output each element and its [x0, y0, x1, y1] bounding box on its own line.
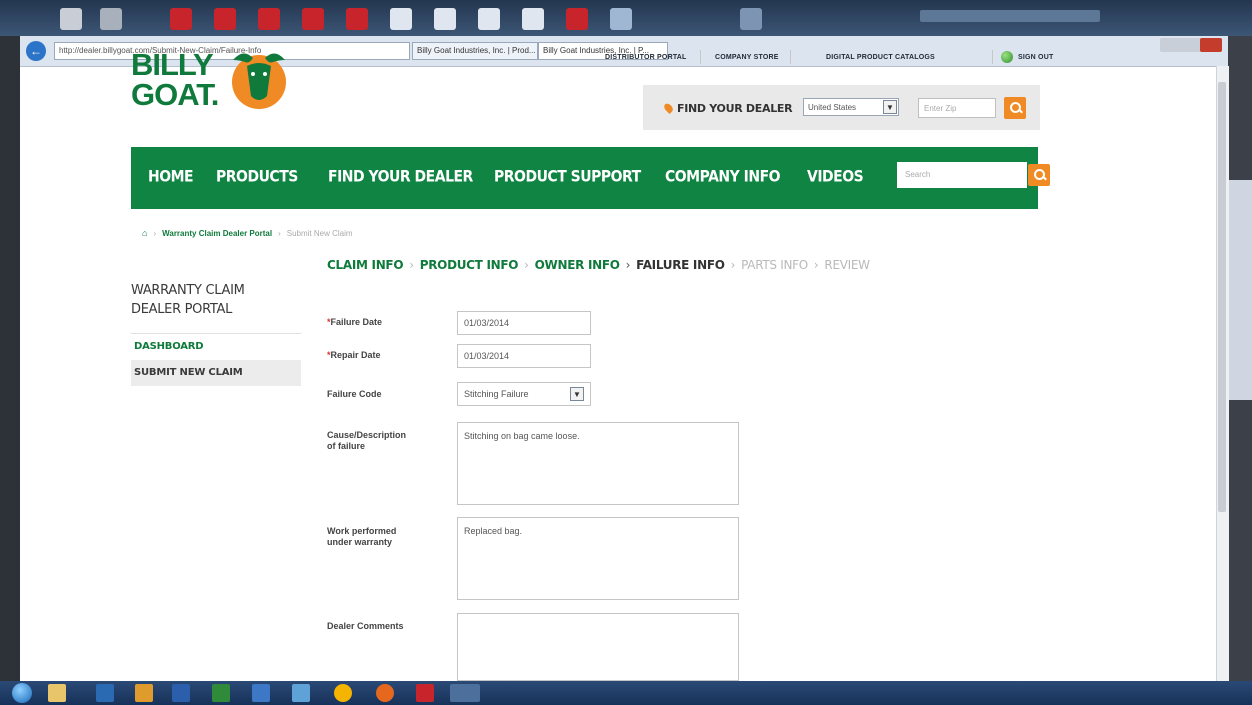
- start-button-icon[interactable]: [12, 683, 32, 703]
- step-claim-info[interactable]: CLAIM INFO: [327, 258, 404, 272]
- site-search-input[interactable]: Search: [897, 162, 1027, 188]
- background-window-panel: [1228, 180, 1252, 400]
- taskbar-file-icon[interactable]: [390, 8, 412, 30]
- divider: [790, 50, 791, 64]
- logo-text: BILLY GOAT.: [131, 47, 219, 112]
- sidebar-item-dashboard[interactable]: DASHBOARD: [131, 333, 301, 359]
- chrome-icon[interactable]: [334, 684, 352, 702]
- nav-home[interactable]: HOME: [148, 168, 194, 186]
- country-select-value: United States: [808, 103, 857, 112]
- acrobat-icon[interactable]: [416, 684, 434, 702]
- taskbar-app-icon[interactable]: [740, 8, 762, 30]
- digital-catalogs-link[interactable]: DIGITAL PRODUCT CATALOGS: [826, 54, 935, 61]
- taskbar-pdf-icon[interactable]: [214, 8, 236, 30]
- close-icon[interactable]: [1200, 38, 1222, 52]
- nav-videos[interactable]: VIDEOS: [807, 168, 864, 186]
- taskbar-pdf-icon[interactable]: [258, 8, 280, 30]
- breadcrumb-current: Submit New Claim: [286, 229, 353, 238]
- back-arrow-icon[interactable]: ←: [26, 41, 46, 61]
- work-performed-label: Work performed under warranty: [327, 526, 397, 547]
- excel-icon[interactable]: [212, 684, 230, 702]
- breadcrumb: ⌂ › Warranty Claim Dealer Portal › Submit Ne…: [142, 228, 353, 238]
- step-review: REVIEW: [824, 258, 870, 272]
- company-store-link[interactable]: COMPANY STORE: [715, 54, 779, 61]
- bottom-taskbar: [0, 681, 1252, 705]
- home-icon[interactable]: ⌂: [142, 228, 147, 238]
- claim-progress-steps: CLAIM INFO › PRODUCT INFO › OWNER INFO › FAILU…: [327, 258, 870, 272]
- repair-date-label: *Repair Date: [327, 350, 381, 360]
- sidebar-title: WARRANTY CLAIM DEALER PORTAL: [131, 281, 301, 319]
- nav-company-info[interactable]: COMPANY INFO: [665, 168, 781, 186]
- step-parts-info: PARTS INFO: [741, 258, 808, 272]
- folder-icon[interactable]: [48, 684, 66, 702]
- taskbar-pdf-icon[interactable]: [346, 8, 368, 30]
- globe-icon: [1001, 51, 1013, 63]
- breadcrumb-portal-link[interactable]: Warranty Claim Dealer Portal: [162, 229, 272, 238]
- outlook-icon[interactable]: [135, 684, 153, 702]
- sidebar-title-line: DEALER PORTAL: [131, 302, 233, 317]
- country-select[interactable]: United States ▼: [803, 98, 899, 116]
- sign-out-link[interactable]: SIGN OUT: [1018, 54, 1053, 61]
- failure-date-label: *Failure Date: [327, 317, 383, 327]
- sidebar-title-line: WARRANTY CLAIM: [131, 283, 245, 298]
- repair-date-field[interactable]: 01/03/2014: [457, 344, 591, 368]
- nav-product-support[interactable]: PRODUCT SUPPORT: [494, 168, 641, 186]
- browser-tab[interactable]: Billy Goat Industries, Inc. | Prod...: [412, 42, 538, 60]
- failure-date-field[interactable]: 01/03/2014: [457, 311, 591, 335]
- search-icon[interactable]: [1028, 164, 1050, 186]
- search-icon[interactable]: [1004, 97, 1026, 119]
- taskbar-pdf-icon[interactable]: [566, 8, 588, 30]
- zip-input[interactable]: Enter Zip: [918, 98, 996, 118]
- taskbar-file-icon[interactable]: [522, 8, 544, 30]
- cause-label: Cause/Description of failure: [327, 430, 407, 451]
- taskbar-file-icon[interactable]: [434, 8, 456, 30]
- step-product-info[interactable]: PRODUCT INFO: [420, 258, 519, 272]
- step-failure-info: FAILURE INFO: [636, 258, 725, 272]
- divider: [992, 50, 993, 64]
- app-icon[interactable]: [292, 684, 310, 702]
- distributor-portal-link[interactable]: DISTRIBUTOR PORTAL: [605, 54, 687, 61]
- app-icon[interactable]: [96, 684, 114, 702]
- word-icon[interactable]: [172, 684, 190, 702]
- goat-head-icon: [232, 53, 286, 109]
- site-search-placeholder: Search: [905, 170, 931, 179]
- cause-description-textarea[interactable]: Stitching on bag came loose.: [457, 422, 739, 505]
- app-icon[interactable]: [450, 684, 480, 702]
- taskbar-app-icon[interactable]: [60, 8, 82, 30]
- scrollbar-thumb[interactable]: [1218, 82, 1226, 512]
- app-icon[interactable]: [252, 684, 270, 702]
- sidebar-item-submit-new-claim[interactable]: SUBMIT NEW CLAIM: [131, 360, 301, 386]
- chevron-down-icon[interactable]: ▼: [570, 387, 584, 401]
- failure-code-value: Stitching Failure: [464, 389, 529, 399]
- nav-products[interactable]: PRODUCTS: [216, 168, 298, 186]
- monitor-bezel-left: [0, 0, 20, 705]
- chevron-down-icon[interactable]: ▼: [883, 100, 897, 114]
- find-dealer-label: FIND YOUR DEALER: [677, 102, 793, 115]
- top-taskbar: [0, 0, 1252, 36]
- dealer-comments-label: Dealer Comments: [327, 621, 404, 631]
- taskbar-window-title[interactable]: [920, 10, 1100, 22]
- failure-code-label: Failure Code: [327, 389, 382, 399]
- taskbar-file-icon[interactable]: [478, 8, 500, 30]
- taskbar-pdf-icon[interactable]: [302, 8, 324, 30]
- divider: [700, 50, 701, 64]
- taskbar-app-icon[interactable]: [100, 8, 122, 30]
- nav-find-your-dealer[interactable]: FIND YOUR DEALER: [328, 168, 473, 186]
- taskbar-pdf-icon[interactable]: [170, 8, 192, 30]
- firefox-icon[interactable]: [376, 684, 394, 702]
- failure-code-select[interactable]: Stitching Failure ▼: [457, 382, 591, 406]
- step-owner-info[interactable]: OWNER INFO: [535, 258, 620, 272]
- dealer-comments-textarea[interactable]: [457, 613, 739, 681]
- work-performed-textarea[interactable]: Replaced bag.: [457, 517, 739, 600]
- main-navigation: HOME PRODUCTS FIND YOUR DEALER PRODUCT S…: [131, 147, 1050, 209]
- taskbar-app-icon[interactable]: [610, 8, 632, 30]
